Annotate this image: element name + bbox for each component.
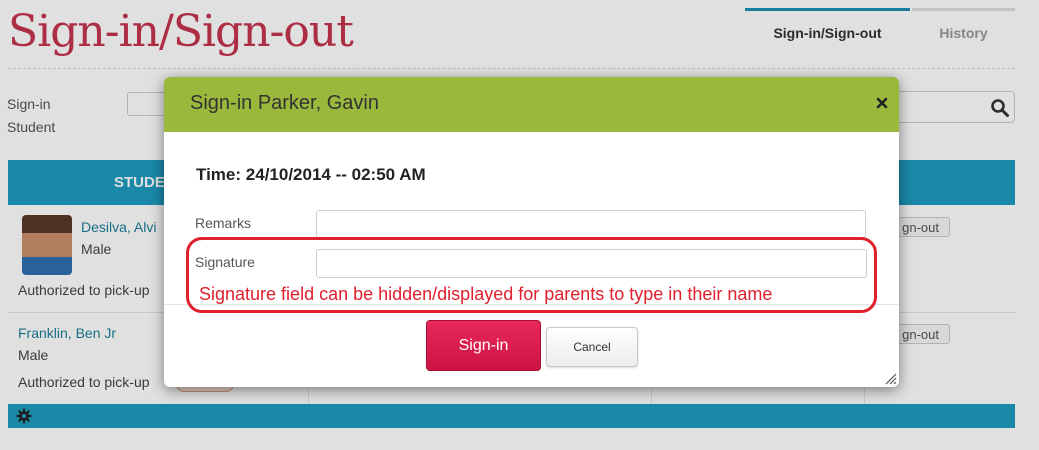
- remarks-label: Remarks: [195, 215, 252, 231]
- time-display: Time: 24/10/2014 -- 02:50 AM: [196, 165, 426, 185]
- close-icon[interactable]: [875, 96, 889, 110]
- cancel-button[interactable]: Cancel: [546, 327, 638, 367]
- signin-button[interactable]: Sign-in: [426, 320, 541, 371]
- modal-title: Sign-in Parker, Gavin: [190, 92, 379, 114]
- time-value: 24/10/2014 -- 02:50 AM: [245, 165, 426, 184]
- signin-modal: Sign-in Parker, Gavin Time: 24/10/2014 -…: [164, 77, 899, 387]
- modal-header: Sign-in Parker, Gavin: [164, 77, 899, 132]
- remarks-field[interactable]: [316, 210, 866, 238]
- resize-grip-icon[interactable]: [885, 373, 897, 385]
- time-label: Time:: [196, 165, 242, 184]
- annotation-text: Signature field can be hidden/displayed …: [199, 284, 773, 304]
